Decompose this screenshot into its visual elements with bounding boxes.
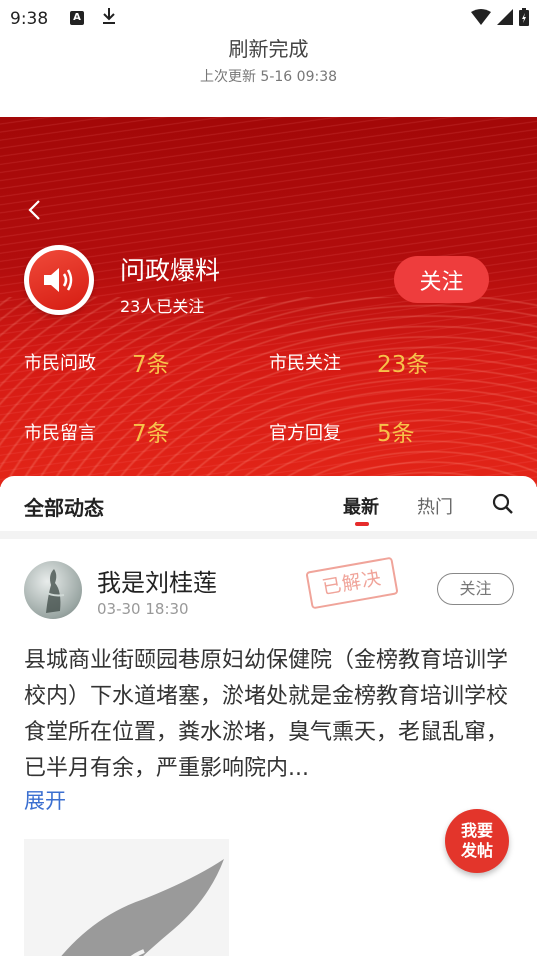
expand-link[interactable]: 展开 <box>24 785 66 815</box>
stat-label-citizen-messages: 市民留言 <box>24 423 96 444</box>
active-tab-indicator <box>355 522 369 526</box>
section-title: 全部动态 <box>24 496 104 520</box>
stat-value-official-replies: 5条 <box>377 421 415 447</box>
stat-label-citizen-follows: 市民关注 <box>269 353 341 374</box>
refresh-title: 刷新完成 <box>228 37 309 61</box>
back-button[interactable] <box>24 197 46 223</box>
status-bar: 9:38 A <box>0 0 537 34</box>
tab-latest[interactable]: 最新 <box>343 493 379 519</box>
banner-wave-decoration <box>0 297 537 487</box>
post-username[interactable]: 我是刘桂莲 <box>97 563 217 598</box>
topic-follower-count: 23人已关注 <box>120 297 205 316</box>
wifi-icon <box>471 9 491 29</box>
stat-label-official-replies: 官方回复 <box>269 423 341 444</box>
chevron-left-icon <box>28 200 40 220</box>
feed-tab-bar: 全部动态 最新 热门 <box>0 476 537 531</box>
download-icon <box>101 6 117 31</box>
follow-topic-button[interactable]: 关注 <box>394 256 489 303</box>
search-icon[interactable] <box>491 492 515 516</box>
status-icons <box>471 8 529 30</box>
stat-value-citizen-messages: 7条 <box>132 421 170 447</box>
topic-title: 问政爆料 <box>120 256 221 285</box>
battery-icon <box>519 8 529 30</box>
signal-icon <box>497 9 513 29</box>
refresh-subtitle: 上次更新 5-16 09:38 <box>199 69 338 85</box>
divider <box>0 531 537 539</box>
a-notification-icon: A <box>70 11 84 25</box>
fab-label-line2: 发帖 <box>460 841 493 860</box>
resolved-stamp: 已解决 <box>305 556 399 610</box>
stat-value-citizen-follows: 23条 <box>377 352 430 378</box>
post-body-text: 县城商业街颐园巷原妇幼保健院（金榜教育培训学校内）下水道堵塞，淤堵处就是金榜教育… <box>24 648 509 781</box>
fab-label-line1: 我要 <box>460 821 493 840</box>
feed-card: 全部动态 最新 热门 我是刘桂莲 03-30 18:30 已解决 关注 县城商业… <box>0 476 537 956</box>
megaphone-icon <box>24 245 94 315</box>
status-time: 9:38 <box>10 9 49 29</box>
post-image-thumbnail[interactable] <box>24 839 229 956</box>
avatar[interactable] <box>24 561 82 619</box>
create-post-button[interactable]: 我要 发帖 <box>445 809 509 873</box>
topic-banner: 问政爆料 23人已关注 关注 市民问政 7条 市民关注 23条 市民留言 7条 … <box>0 117 537 487</box>
follow-user-button[interactable]: 关注 <box>437 573 514 605</box>
tab-hot[interactable]: 热门 <box>417 493 453 519</box>
stat-value-citizen-questions: 7条 <box>132 352 170 378</box>
post-timestamp: 03-30 18:30 <box>97 600 189 618</box>
stat-label-citizen-questions: 市民问政 <box>24 353 96 374</box>
